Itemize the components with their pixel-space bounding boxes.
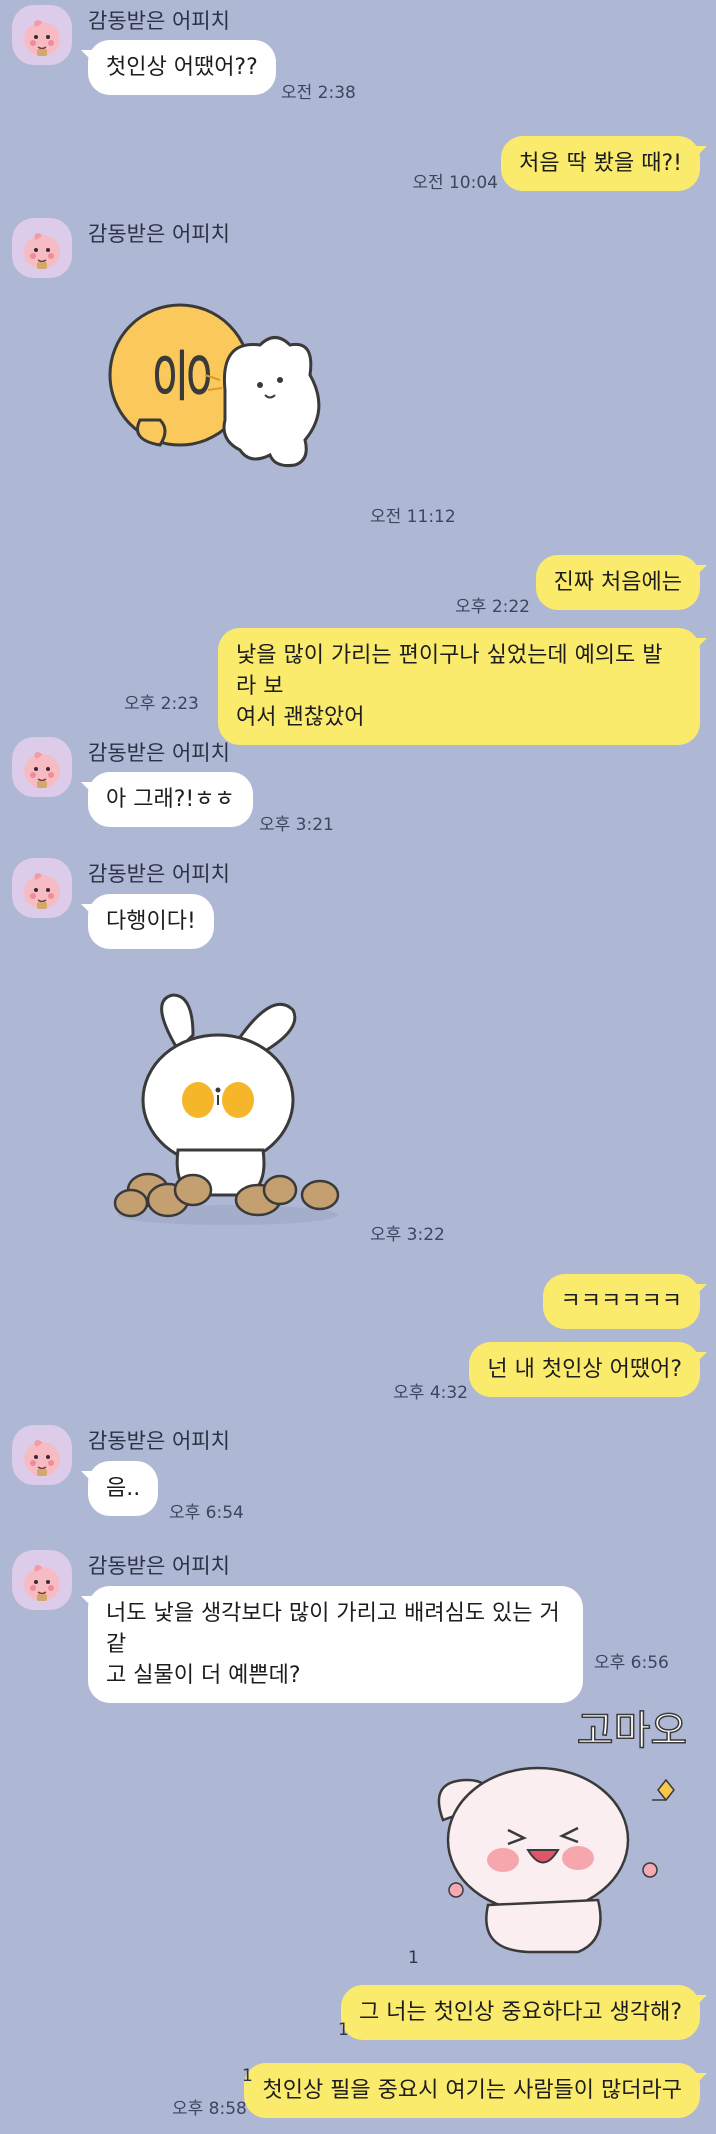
avatar[interactable] [12,1550,72,1610]
message-bubble[interactable]: ㅋㅋㅋㅋㅋㅋ [542,1274,708,1329]
message-bubble[interactable]: 넌 내 첫인상 어땠어? [469,1342,707,1397]
sender-name: 감동받은 어피치 [88,1554,230,1578]
message-bubble[interactable]: 그 너는 첫인상 중요하다고 생각해? [340,1985,708,2040]
sender-name: 감동받은 어피치 [88,222,230,246]
unread-count: 1 [408,1948,419,1968]
message-time: 오전 10:04 [412,173,498,193]
message-bubble[interactable]: 첫인상 어땠어?? [81,40,276,95]
avatar[interactable] [12,1425,72,1485]
apeach-avatar-icon [24,1565,60,1601]
unread-count: 1 [242,2066,253,2086]
message-time: 오전 2:38 [281,83,356,103]
sender-name: 감동받은 어피치 [88,9,230,33]
sticker-bear-ung[interactable]: 응 [100,300,340,490]
sticker-bunny-thanks[interactable]: 고마오 [428,1700,704,1958]
avatar[interactable] [12,737,72,797]
bunny-potato-sticker-icon [113,993,340,1225]
avatar[interactable] [12,218,72,278]
message-time: 오후 3:22 [370,1225,445,1245]
message-bubble[interactable]: 낯을 많이 가리는 편이구나 싶었는데 예의도 발라 보 여서 괜찮았어 [218,628,707,745]
apeach-avatar-icon [24,233,60,269]
message-time: 오후 6:56 [594,1653,669,1673]
bunny-thanks-sticker-icon: 고마오 [437,1707,688,1954]
message-bubble[interactable]: 첫인상 필을 중요시 여기는 사람들이 많더라구 [244,2063,707,2118]
message-bubble[interactable]: 아 그래?!ㅎㅎ [81,772,253,827]
sender-name: 감동받은 어피치 [88,1429,230,1453]
message-bubble[interactable]: 처음 딱 봤을 때?! [501,136,707,191]
message-time: 오후 4:32 [393,1383,468,1403]
apeach-avatar-icon [24,20,60,56]
message-time: 오후 2:23 [124,694,199,714]
message-bubble[interactable]: 너도 낯을 생각보다 많이 가리고 배려심도 있는 거 같 고 실물이 더 예쁜… [81,1586,583,1703]
apeach-avatar-icon [24,1440,60,1476]
sender-name: 감동받은 어피치 [88,741,230,765]
sender-name: 감동받은 어피치 [88,862,230,886]
apeach-avatar-icon [24,752,60,788]
unread-count: 1 [338,2020,349,2040]
message-time: 오후 2:22 [455,597,530,617]
apeach-avatar-icon [24,873,60,909]
svg-text:고마오: 고마오 [577,1708,687,1754]
message-time: 오후 3:21 [259,815,334,835]
message-bubble[interactable]: 음.. [80,1461,159,1516]
message-bubble[interactable]: 진짜 처음에는 [535,555,708,610]
avatar[interactable] [12,858,72,918]
avatar[interactable] [12,5,72,65]
message-time: 오전 11:12 [370,507,456,527]
message-time: 오후 8:58 [172,2099,247,2119]
bear-sticker-icon: 응 [108,303,321,467]
message-time: 오후 6:54 [169,1503,244,1523]
message-bubble[interactable]: 다행이다! [81,894,214,949]
sticker-bunny-potatoes[interactable] [108,990,348,1230]
